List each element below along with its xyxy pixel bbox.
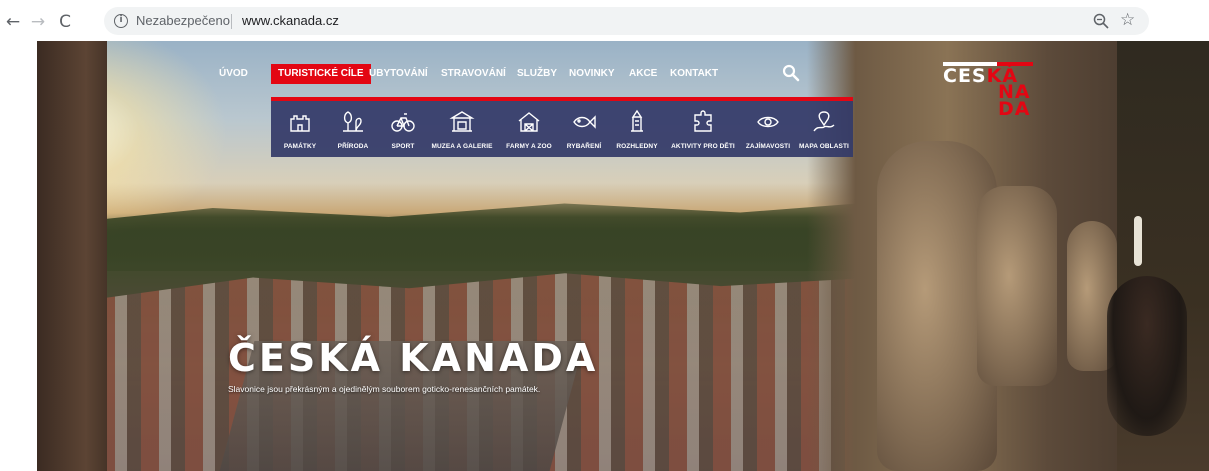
- nav-stravovani[interactable]: STRAVOVÁNÍ: [441, 64, 506, 84]
- submenu-item-zajimavosti[interactable]: ZAJÍMAVOSTI: [741, 105, 795, 157]
- bike-icon: [391, 113, 415, 132]
- submenu-item-priroda[interactable]: PŘÍRODA: [327, 105, 379, 157]
- submenu-item-pamatky[interactable]: PAMÁTKY: [277, 105, 323, 157]
- logo-text-da: DA: [998, 98, 1031, 120]
- logo-stack: NA DA: [998, 83, 1031, 120]
- submenu-turisticke-cile: PAMÁTKY PŘÍRODA SPORT MUZEA A GALERIE FA…: [271, 97, 853, 157]
- tower-wall-left: [37, 41, 107, 471]
- submenu-item-rozhledny[interactable]: ROZHLEDNY: [611, 105, 663, 157]
- hero-title: ČESKÁ KANADA: [228, 336, 599, 380]
- logo-text-white: CES: [943, 65, 987, 87]
- submenu-label: FARMY A ZOO: [506, 143, 552, 150]
- person-silhouette: [1107, 276, 1187, 436]
- submenu-item-farmy-a-zoo[interactable]: FARMY A ZOO: [501, 105, 557, 157]
- submenu-label: ROZHLEDNY: [616, 143, 658, 150]
- fish-icon: [573, 115, 596, 129]
- submenu-item-rybareni[interactable]: RYBAŘENÍ: [561, 105, 607, 157]
- address-bar[interactable]: i Nezabezpečeno www.ckanada.cz ☆: [104, 7, 1149, 35]
- bookmark-star-icon[interactable]: ☆: [1120, 10, 1135, 30]
- submenu-item-aktivity-pro-deti[interactable]: AKTIVITY PRO DĚTI: [667, 105, 739, 157]
- info-icon[interactable]: i: [114, 14, 128, 28]
- submenu-label: MUZEA A GALERIE: [431, 143, 493, 150]
- submenu-label: RYBAŘENÍ: [566, 143, 602, 150]
- hero-subtitle: Slavonice jsou překrásným a ojedinělým s…: [228, 384, 541, 394]
- zoom-icon[interactable]: [1092, 12, 1110, 30]
- submenu-label: PAMÁTKY: [283, 143, 317, 150]
- url-text[interactable]: www.ckanada.cz: [242, 13, 339, 28]
- puzzle-icon: [694, 110, 712, 132]
- castle-icon: [290, 115, 310, 132]
- nav-akce[interactable]: AKCE: [629, 64, 657, 84]
- eye-icon: [757, 116, 779, 128]
- lamp: [1134, 216, 1142, 266]
- submenu-label: AKTIVITY PRO DĚTI: [671, 143, 735, 150]
- submenu-label: ZAJÍMAVOSTI: [745, 143, 791, 150]
- address-divider: [231, 14, 232, 29]
- museum-icon: [449, 111, 475, 132]
- nav-sluzby[interactable]: SLUŽBY: [517, 64, 557, 84]
- submenu-item-sport[interactable]: SPORT: [383, 105, 423, 157]
- nav-uvod[interactable]: ÚVOD: [219, 64, 248, 84]
- nav-ubytovani[interactable]: UBYTOVÁNÍ: [369, 64, 428, 84]
- nature-icon: [343, 111, 363, 132]
- map-icon: [813, 111, 835, 132]
- security-label: Nezabezpečeno: [136, 13, 230, 28]
- search-icon[interactable]: [781, 63, 801, 83]
- baluster-pillar: [977, 186, 1057, 386]
- farm-icon: [518, 112, 540, 132]
- submenu-label: SPORT: [391, 143, 415, 150]
- nav-kontakt[interactable]: KONTAKT: [670, 64, 718, 84]
- submenu-label: MAPA OBLASTI: [799, 143, 849, 150]
- nav-novinky[interactable]: NOVINKY: [569, 64, 615, 84]
- submenu-item-mapa-oblasti[interactable]: MAPA OBLASTI: [797, 105, 851, 157]
- reload-button[interactable]: C: [54, 11, 76, 33]
- nav-turisticke-cile[interactable]: TURISTICKÉ CÍLE: [271, 64, 371, 84]
- submenu-item-muzea-a-galerie[interactable]: MUZEA A GALERIE: [427, 105, 497, 157]
- submenu-label: PŘÍRODA: [337, 143, 369, 150]
- lookout-tower-icon: [631, 109, 643, 132]
- back-button[interactable]: ←: [2, 11, 24, 33]
- forward-button[interactable]: →: [27, 11, 49, 33]
- browser-toolbar: ← → C i Nezabezpečeno www.ckanada.cz ☆: [0, 0, 1209, 41]
- hero-banner: CESKÁ NA DA ÚVOD TURISTICKÉ CÍLE UBYTOVÁ…: [37, 41, 1209, 471]
